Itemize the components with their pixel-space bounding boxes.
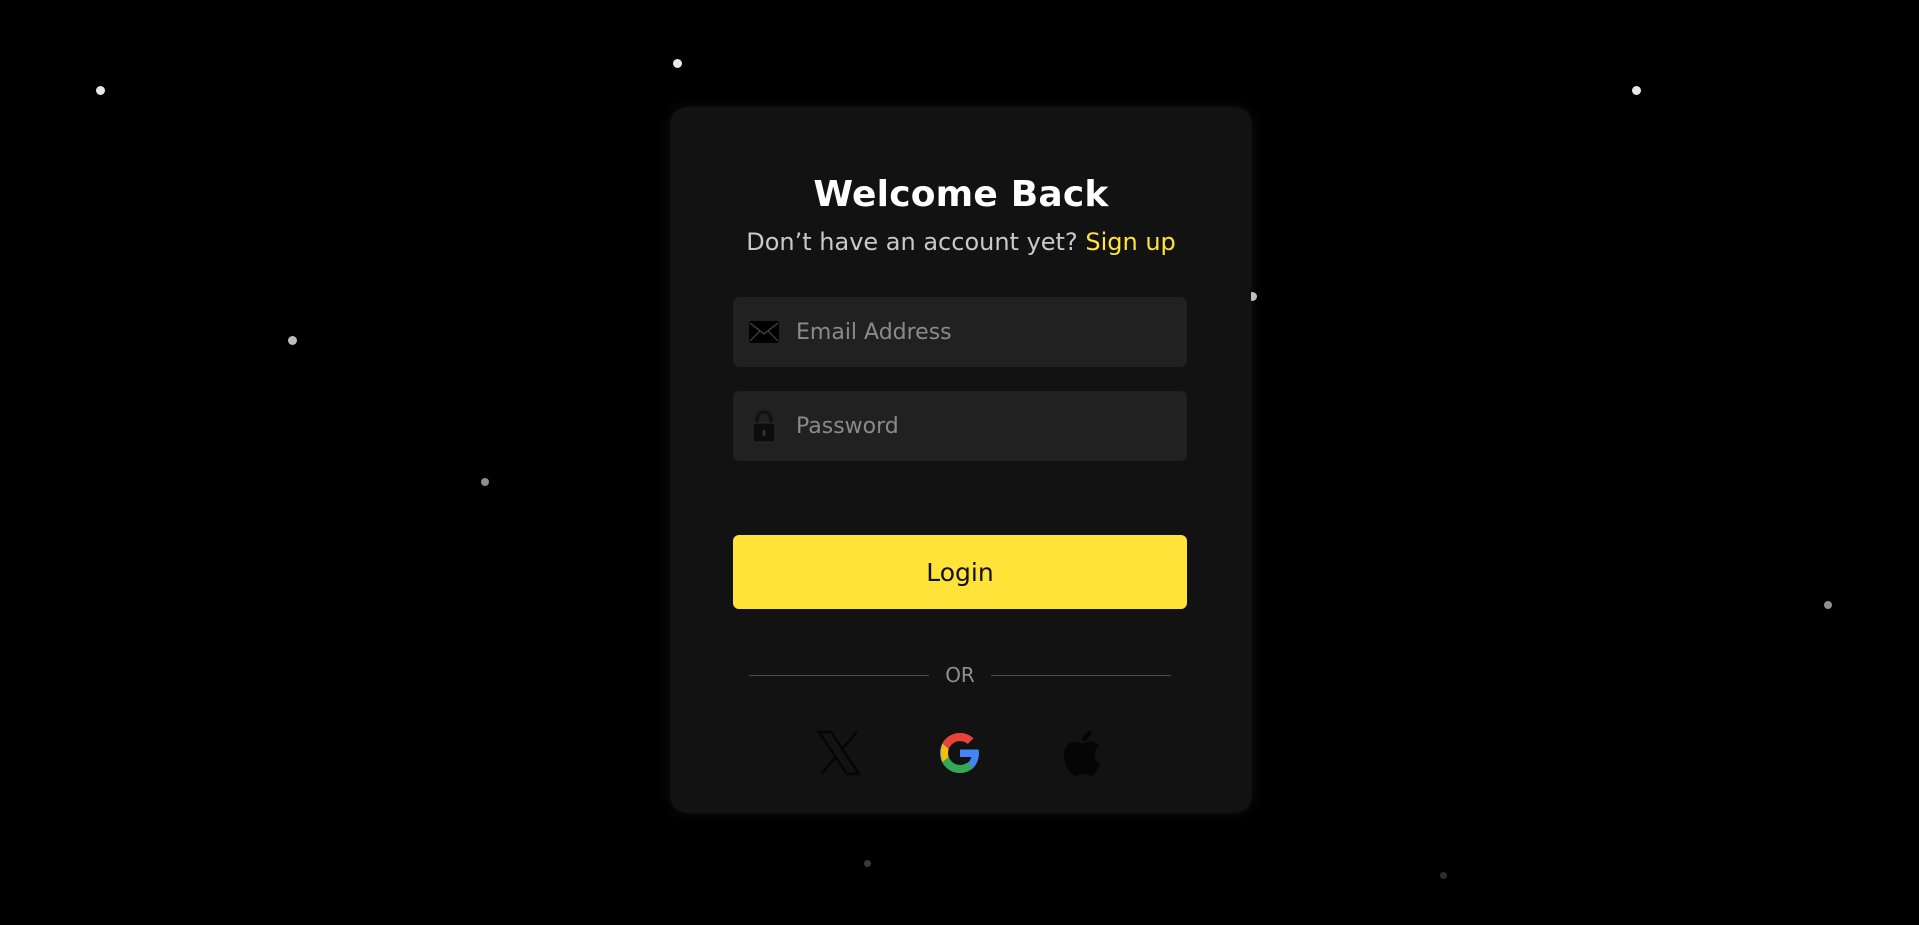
star-dot	[1632, 86, 1641, 95]
page-title: Welcome Back	[813, 174, 1109, 215]
google-login-button[interactable]	[935, 730, 985, 780]
login-button[interactable]: Login	[733, 535, 1187, 609]
email-field[interactable]	[733, 296, 1187, 368]
apple-icon	[1060, 729, 1102, 781]
star-dot	[481, 478, 489, 486]
signup-link[interactable]: Sign up	[1085, 228, 1175, 256]
social-login-row	[671, 730, 1251, 782]
divider-text: OR	[945, 663, 975, 687]
page-background: Welcome Back Don’t have an account yet? …	[0, 0, 1919, 925]
signup-prompt-text: Don’t have an account yet?	[746, 228, 1078, 256]
or-divider: OR	[749, 663, 1172, 687]
divider-line-right	[990, 674, 1172, 676]
google-icon	[936, 729, 984, 781]
x-login-button[interactable]	[814, 730, 864, 780]
lock-icon	[748, 410, 780, 443]
login-card: Welcome Back Don’t have an account yet? …	[671, 108, 1251, 812]
star-dot	[96, 86, 105, 95]
envelope-icon	[748, 316, 780, 348]
star-dot	[288, 336, 297, 345]
apple-login-button[interactable]	[1056, 730, 1106, 780]
password-field[interactable]	[733, 390, 1187, 462]
password-input[interactable]	[780, 390, 1187, 462]
email-input[interactable]	[780, 296, 1187, 368]
divider-line-left	[749, 674, 930, 676]
star-dot	[864, 860, 871, 867]
star-dot	[1824, 601, 1832, 609]
star-dot	[673, 59, 682, 68]
x-icon	[816, 730, 862, 780]
star-dot	[1440, 872, 1447, 879]
signup-prompt: Don’t have an account yet? Sign up	[671, 228, 1251, 256]
